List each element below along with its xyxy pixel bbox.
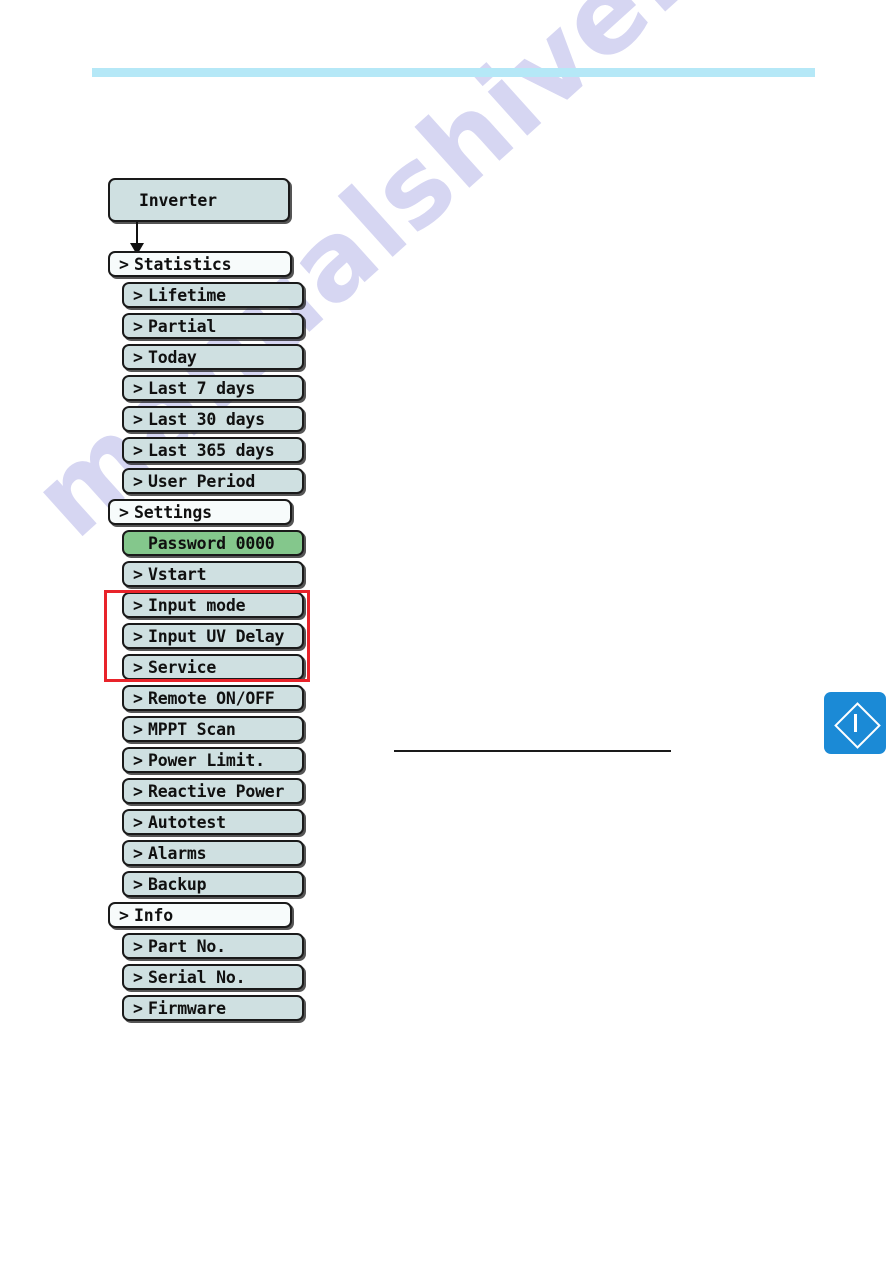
menu-node-inverter[interactable]: Inverter	[108, 178, 290, 222]
menu-node-mppt-scan[interactable]: > MPPT Scan	[122, 716, 304, 742]
chevron-right-icon: >	[133, 564, 143, 584]
menu-node-lifetime[interactable]: > Lifetime	[122, 282, 304, 308]
menu-node-firmware[interactable]: > Firmware	[122, 995, 304, 1021]
menu-item-label: Statistics	[134, 254, 232, 274]
diamond-outline-shape	[833, 701, 881, 749]
chevron-right-icon: >	[133, 688, 143, 708]
diamond-inner-bar-shape	[853, 714, 857, 732]
menu-node-backup[interactable]: > Backup	[122, 871, 304, 897]
menu-item-label: Last 30 days	[148, 409, 265, 429]
chevron-right-icon: >	[133, 719, 143, 739]
chevron-right-icon: >	[119, 254, 129, 274]
chevron-right-icon: >	[133, 285, 143, 305]
chevron-right-icon: >	[133, 626, 143, 646]
chevron-right-icon: >	[119, 905, 129, 925]
menu-node-statistics[interactable]: > Statistics	[108, 251, 292, 277]
menu-node-vstart[interactable]: > Vstart	[122, 561, 304, 587]
menu-item-label: Service	[148, 657, 217, 677]
menu-node-settings[interactable]: > Settings	[108, 499, 292, 525]
menu-node-part-no[interactable]: > Part No.	[122, 933, 304, 959]
menu-node-input-uv-delay[interactable]: > Input UV Delay	[122, 623, 304, 649]
chevron-right-icon: >	[133, 812, 143, 832]
menu-item-label: User Period	[148, 471, 256, 491]
menu-node-reactive-power[interactable]: > Reactive Power	[122, 778, 304, 804]
menu-node-today[interactable]: > Today	[122, 344, 304, 370]
menu-node-last-30-days[interactable]: > Last 30 days	[122, 406, 304, 432]
menu-item-label: Lifetime	[148, 285, 226, 305]
chevron-right-icon: >	[133, 378, 143, 398]
menu-node-autotest[interactable]: > Autotest	[122, 809, 304, 835]
chevron-right-icon: >	[133, 874, 143, 894]
chevron-right-icon: >	[133, 595, 143, 615]
menu-node-password-0000[interactable]: Password 0000	[122, 530, 304, 556]
menu-node-input-mode[interactable]: > Input mode	[122, 592, 304, 618]
menu-item-label: Serial No.	[148, 967, 246, 987]
chevron-right-icon: >	[133, 781, 143, 801]
menu-node-alarms[interactable]: > Alarms	[122, 840, 304, 866]
chevron-right-icon: >	[133, 316, 143, 336]
chevron-right-icon: >	[133, 750, 143, 770]
menu-item-label: Reactive Power	[148, 781, 285, 801]
chevron-right-icon: >	[133, 657, 143, 677]
menu-item-label: Input UV Delay	[148, 626, 285, 646]
diamond-info-icon	[824, 692, 886, 754]
chevron-right-icon: >	[133, 409, 143, 429]
menu-item-label: Input mode	[148, 595, 246, 615]
chevron-right-icon: >	[133, 967, 143, 987]
menu-item-label: Last 7 days	[148, 378, 256, 398]
menu-node-info[interactable]: > Info	[108, 902, 292, 928]
menu-item-label: MPPT Scan	[148, 719, 236, 739]
chevron-right-icon: >	[133, 843, 143, 863]
inverter-menu-tree-diagram: Inverter > Statistics > Lifetime > Partial > Tod…	[0, 0, 893, 1263]
menu-item-label: Firmware	[148, 998, 226, 1018]
menu-node-service[interactable]: > Service	[122, 654, 304, 680]
menu-node-partial[interactable]: > Partial	[122, 313, 304, 339]
chevron-right-icon: >	[133, 471, 143, 491]
menu-item-label: Remote ON/OFF	[148, 688, 275, 708]
menu-item-label: Partial	[148, 316, 217, 336]
menu-node-remote-on-off[interactable]: > Remote ON/OFF	[122, 685, 304, 711]
menu-node-last-7-days[interactable]: > Last 7 days	[122, 375, 304, 401]
page-canvas: manualshive.com Inverter > Statistics > Life…	[0, 0, 893, 1263]
chevron-right-icon: >	[133, 936, 143, 956]
menu-item-label: Autotest	[148, 812, 226, 832]
menu-node-serial-no[interactable]: > Serial No.	[122, 964, 304, 990]
menu-node-power-limit[interactable]: > Power Limit.	[122, 747, 304, 773]
menu-item-label: Backup	[148, 874, 207, 894]
menu-node-user-period[interactable]: > User Period	[122, 468, 304, 494]
chevron-right-icon: >	[133, 998, 143, 1018]
menu-item-label: Alarms	[148, 843, 207, 863]
chevron-right-icon: >	[119, 502, 129, 522]
menu-item-label: Part No.	[148, 936, 226, 956]
menu-item-label: Last 365 days	[148, 440, 275, 460]
menu-item-label: Password 0000	[148, 533, 275, 553]
chevron-right-icon: >	[133, 347, 143, 367]
menu-node-last-365-days[interactable]: > Last 365 days	[122, 437, 304, 463]
menu-item-label: Info	[134, 905, 173, 925]
menu-item-label: Power Limit.	[148, 750, 265, 770]
menu-item-label: Settings	[134, 502, 212, 522]
menu-item-label: Vstart	[148, 564, 207, 584]
menu-item-label: Inverter	[139, 190, 217, 210]
chevron-right-icon: >	[133, 440, 143, 460]
menu-item-label: Today	[148, 347, 197, 367]
